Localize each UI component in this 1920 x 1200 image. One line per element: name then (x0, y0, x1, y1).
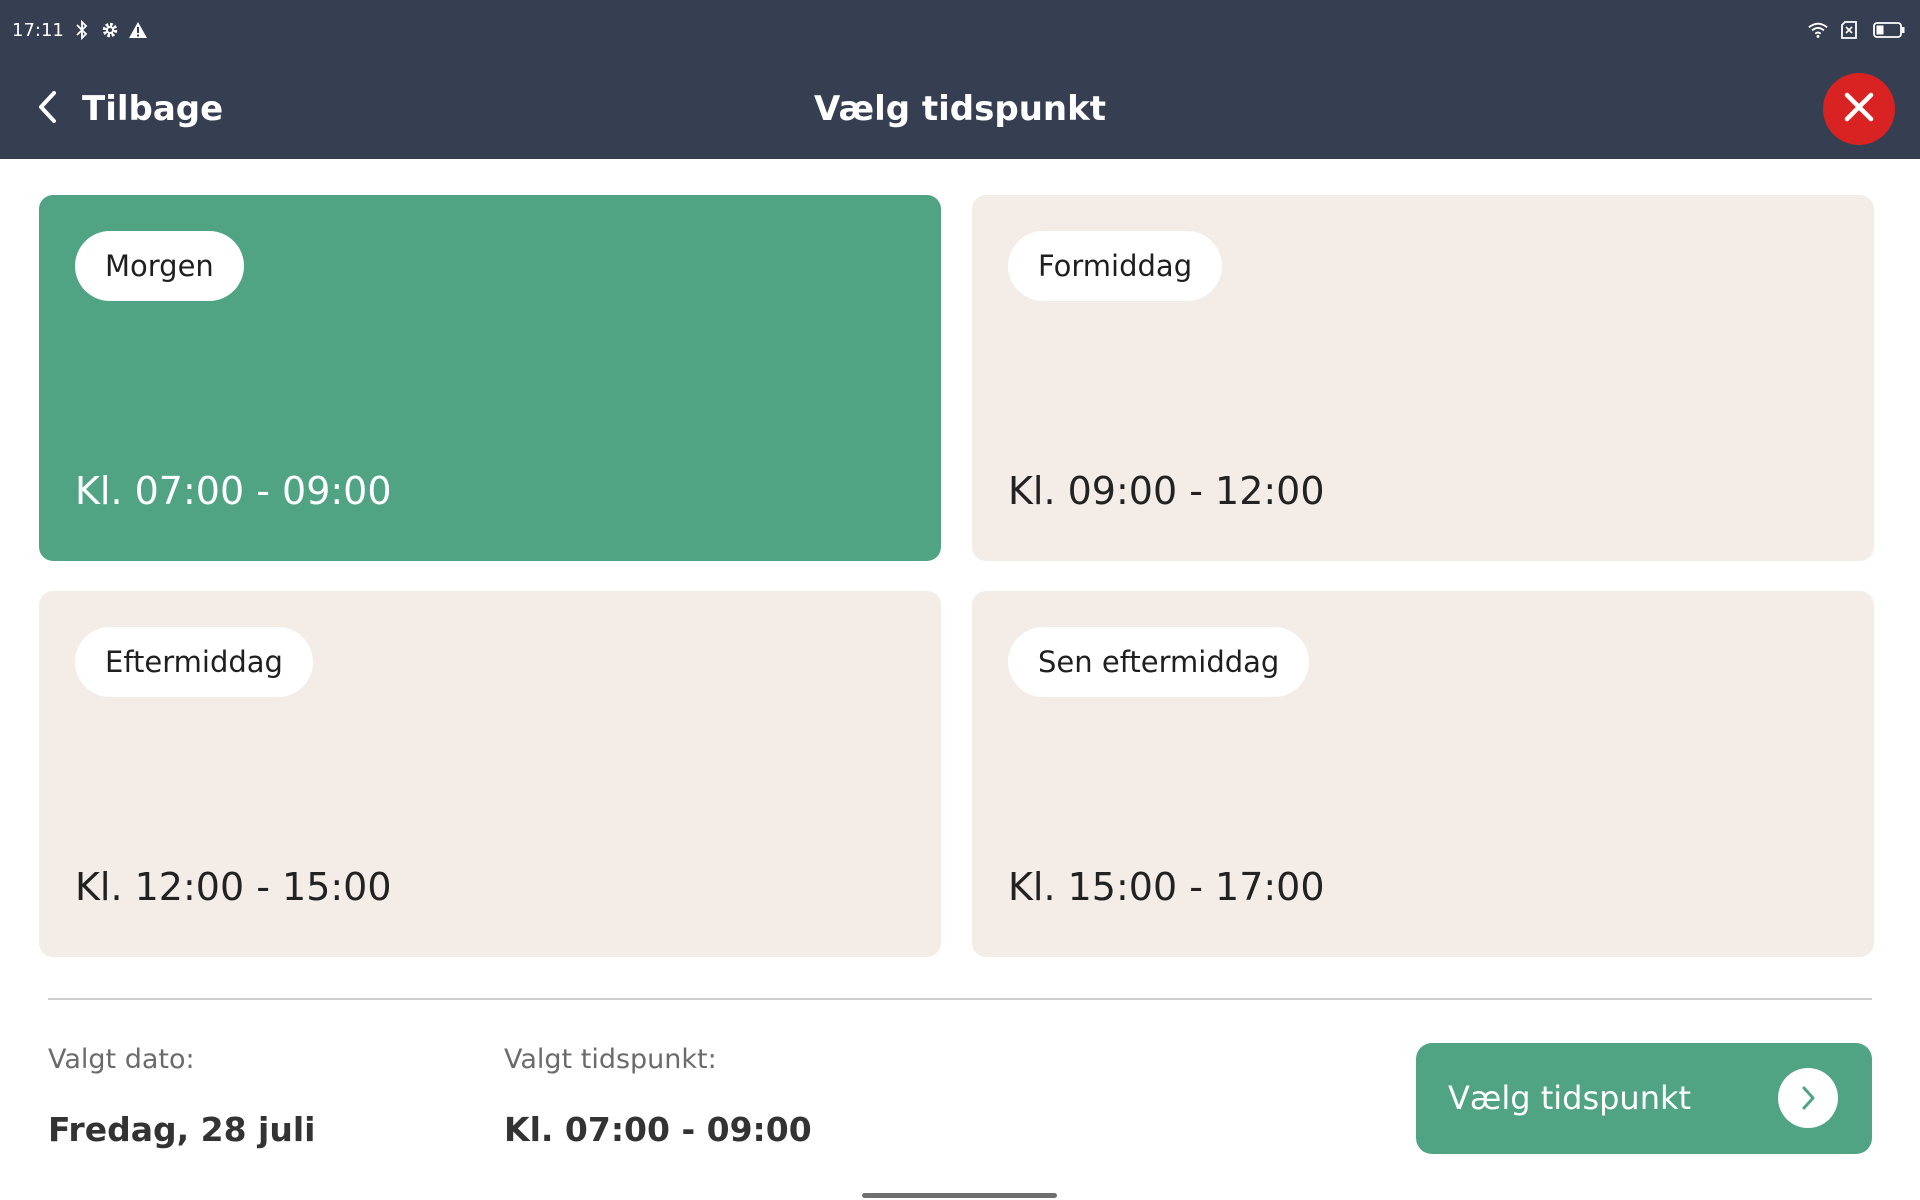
chevron-right-icon (1778, 1068, 1838, 1128)
status-bar-left: 17:11 (12, 18, 148, 42)
time-slot-eftermiddag[interactable]: Eftermiddag Kl. 12:00 - 15:00 (39, 591, 941, 957)
slot-time-range: Kl. 12:00 - 15:00 (75, 865, 392, 909)
confirm-time-button[interactable]: Vælg tidspunkt (1416, 1043, 1872, 1154)
back-label: Tilbage (82, 89, 224, 129)
status-time: 17:11 (12, 19, 64, 41)
chevron-left-icon (36, 89, 60, 129)
home-indicator[interactable] (862, 1193, 1057, 1198)
wifi-icon (1808, 20, 1828, 40)
battery-icon (1872, 20, 1906, 40)
warning-icon (128, 20, 148, 40)
slot-label: Sen eftermiddag (1008, 627, 1310, 697)
slot-label: Morgen (75, 231, 244, 301)
selected-date-label: Valgt dato: (48, 1044, 195, 1075)
slot-label: Formiddag (1008, 231, 1223, 301)
confirm-button-label: Vælg tidspunkt (1448, 1079, 1692, 1117)
divider (48, 998, 1872, 1000)
top-bar: 17:11 Tilbage Vælg tidspunkt (0, 0, 1920, 159)
slot-time-range: Kl. 07:00 - 09:00 (75, 469, 392, 513)
slot-label: Eftermiddag (75, 627, 313, 697)
slot-time-range: Kl. 09:00 - 12:00 (1008, 469, 1325, 513)
time-slot-sen-eftermiddag[interactable]: Sen eftermiddag Kl. 15:00 - 17:00 (972, 591, 1874, 957)
selected-date-value: Fredag, 28 juli (48, 1110, 316, 1149)
settings-gear-icon (100, 20, 120, 40)
page-title: Vælg tidspunkt (813, 89, 1106, 129)
slot-time-range: Kl. 15:00 - 17:00 (1008, 865, 1325, 909)
back-button[interactable]: Tilbage (36, 86, 223, 132)
time-slot-formiddag[interactable]: Formiddag Kl. 09:00 - 12:00 (972, 195, 1874, 561)
status-bar-right (1808, 18, 1906, 42)
selected-time-value: Kl. 07:00 - 09:00 (504, 1110, 812, 1149)
bluetooth-icon (72, 20, 92, 40)
selected-time-label: Valgt tidspunkt: (504, 1044, 717, 1075)
close-icon (1844, 92, 1874, 126)
sim-card-icon (1840, 20, 1860, 40)
close-button[interactable] (1823, 73, 1895, 145)
time-slot-morgen[interactable]: Morgen Kl. 07:00 - 09:00 (39, 195, 941, 561)
